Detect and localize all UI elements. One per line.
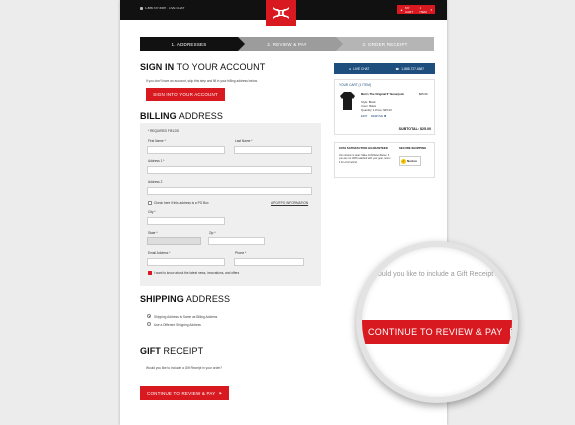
checkmark-icon: ✓ bbox=[401, 158, 406, 164]
last-name-input[interactable] bbox=[234, 146, 312, 154]
step-review-pay[interactable]: 2. REVIEW & PAY bbox=[238, 37, 343, 51]
magnified-continue-label: CONTINUE TO REVIEW & PAY bbox=[368, 327, 503, 337]
product-name[interactable]: Men's The Original 6" Boxerjock bbox=[361, 92, 404, 96]
norton-label: Norton bbox=[407, 159, 417, 163]
sign-in-note: If you don't have an account, skip this … bbox=[146, 79, 258, 83]
cart-icon: ▲ bbox=[400, 7, 403, 12]
address2-input[interactable] bbox=[147, 187, 312, 195]
billing-heading: BILLING ADDRESS bbox=[140, 111, 224, 121]
address1-label: Address 1 * bbox=[148, 159, 165, 163]
magnified-gift-text: ould you like to include a Gift Receipt … bbox=[378, 271, 510, 278]
state-select[interactable] bbox=[147, 237, 201, 245]
step-label: 1. ADDRESSES bbox=[171, 41, 207, 47]
newsletter-checkbox[interactable] bbox=[148, 271, 152, 275]
subtotal: SUBTOTAL: $25.00 bbox=[398, 127, 431, 131]
ship-different-label: Use a Different Shipping Address bbox=[154, 323, 201, 327]
continue-button-label: CONTINUE TO REVIEW & PAY bbox=[147, 390, 216, 396]
cart-title: YOUR CART (1 ITEM) bbox=[339, 83, 371, 87]
live-chat-link[interactable]: ● LIVE CHAT bbox=[334, 63, 385, 74]
zip-label: Zip * bbox=[209, 231, 216, 235]
phone-label: Phone * bbox=[235, 251, 247, 255]
billing-form: * REQUIRED FIELDS First Name * Last Name… bbox=[140, 123, 321, 286]
secure-title: SECURE SHOPPING bbox=[399, 146, 427, 150]
chevron-down-icon: ▾ bbox=[430, 7, 432, 12]
city-input[interactable] bbox=[147, 217, 225, 225]
address1-input[interactable] bbox=[147, 166, 312, 174]
address2-label: Address 2 bbox=[148, 180, 163, 184]
required-note: * REQUIRED FIELDS bbox=[148, 129, 179, 133]
magnifier-callout: ould you like to include a Gift Receipt … bbox=[356, 241, 518, 403]
play-arrow-icon: ▶ bbox=[219, 391, 222, 395]
phone-link[interactable]: ☎ 1-888-727-6687 bbox=[385, 63, 436, 74]
remove-link[interactable]: REMOVE ✖ bbox=[371, 114, 386, 118]
apo-fpo-link[interactable]: APO/FPO INFORMATION bbox=[271, 201, 308, 205]
state-label: State * bbox=[148, 231, 158, 235]
header-phone-text: 1-888-727-6687 · LIVE CHAT bbox=[145, 6, 185, 10]
live-chat-label: LIVE CHAT bbox=[353, 66, 370, 71]
step-order-receipt[interactable]: 3. ORDER RECEIPT bbox=[336, 37, 434, 51]
play-arrow-icon: ▶ bbox=[509, 327, 515, 337]
mini-cart-button[interactable]: ▲ MY CART 1 ITEM ▾ bbox=[397, 5, 435, 14]
po-box-label: Check here if this address is a PO Box bbox=[154, 201, 209, 205]
product-thumbnail-shirt bbox=[340, 92, 355, 110]
city-label: City * bbox=[148, 210, 156, 214]
magnified-continue-button[interactable]: CONTINUE TO REVIEW & PAY ▶ bbox=[362, 320, 515, 344]
shipping-heading: SHIPPING ADDRESS bbox=[140, 294, 231, 304]
ship-same-label: Shipping Address is Same as Billing Addr… bbox=[154, 315, 218, 319]
sign-in-heading: SIGN IN TO YOUR ACCOUNT bbox=[140, 62, 266, 72]
gift-receipt-heading: GIFT RECEIPT bbox=[140, 346, 204, 356]
email-input[interactable] bbox=[147, 258, 225, 266]
product-price: $25.00 bbox=[419, 92, 428, 96]
email-label: Email Address * bbox=[148, 251, 171, 255]
header-phone[interactable]: 1-888-727-6687 · LIVE CHAT bbox=[140, 6, 184, 10]
guarantee-text: Our mission is clear: Make All Athletes … bbox=[339, 154, 391, 164]
ship-different-radio[interactable] bbox=[147, 322, 151, 326]
phone-input[interactable] bbox=[234, 258, 304, 266]
cart-summary: YOUR CART (1 ITEM) Men's The Original 6"… bbox=[334, 79, 435, 135]
ship-same-radio[interactable] bbox=[147, 314, 151, 318]
remove-label: REMOVE bbox=[371, 114, 384, 118]
chat-icon: ● bbox=[349, 66, 352, 71]
newsletter-label: I want to know about the latest news, in… bbox=[154, 271, 240, 275]
cart-count: 1 ITEM bbox=[419, 5, 427, 14]
brand-logo[interactable] bbox=[266, 0, 296, 26]
cart-label: MY CART bbox=[404, 5, 414, 14]
under-armour-logo-icon bbox=[273, 7, 289, 19]
product-qty: Quantity: 1 Price: $25.00 bbox=[361, 108, 392, 112]
phone-number: 1-888-727-6687 bbox=[401, 66, 425, 71]
first-name-label: First Name * bbox=[148, 139, 166, 143]
guarantee-panel: 100% SATISFACTION GUARANTEED Our mission… bbox=[334, 142, 435, 178]
continue-button[interactable]: CONTINUE TO REVIEW & PAY ▶ bbox=[140, 386, 229, 400]
step-addresses[interactable]: 1. ADDRESSES bbox=[140, 37, 245, 51]
sign-in-button[interactable]: SIGN INTO YOUR ACCOUNT bbox=[146, 88, 225, 101]
step-label: 3. ORDER RECEIPT bbox=[362, 41, 408, 47]
checkout-page: 1-888-727-6687 · LIVE CHAT ▲ MY CART 1 I… bbox=[120, 0, 518, 425]
zip-input[interactable] bbox=[208, 237, 265, 245]
gift-receipt-question: Would you like to include a Gift Receipt… bbox=[146, 366, 222, 370]
support-bar: ● LIVE CHAT ☎ 1-888-727-6687 bbox=[334, 63, 435, 74]
edit-link[interactable]: EDIT bbox=[361, 114, 367, 118]
checkout-steps: 1. ADDRESSES 2. REVIEW & PAY 3. ORDER RE… bbox=[140, 37, 434, 51]
step-label: 2. REVIEW & PAY bbox=[267, 41, 307, 47]
remove-icon: ✖ bbox=[383, 114, 387, 118]
po-box-checkbox[interactable] bbox=[148, 201, 152, 205]
guarantee-title: 100% SATISFACTION GUARANTEED bbox=[339, 146, 388, 150]
last-name-label: Last Name * bbox=[235, 139, 253, 143]
first-name-input[interactable] bbox=[147, 146, 225, 154]
phone-icon: ☎ bbox=[395, 66, 400, 71]
norton-badge[interactable]: ✓ Norton bbox=[399, 156, 421, 166]
phone-icon bbox=[140, 6, 143, 10]
